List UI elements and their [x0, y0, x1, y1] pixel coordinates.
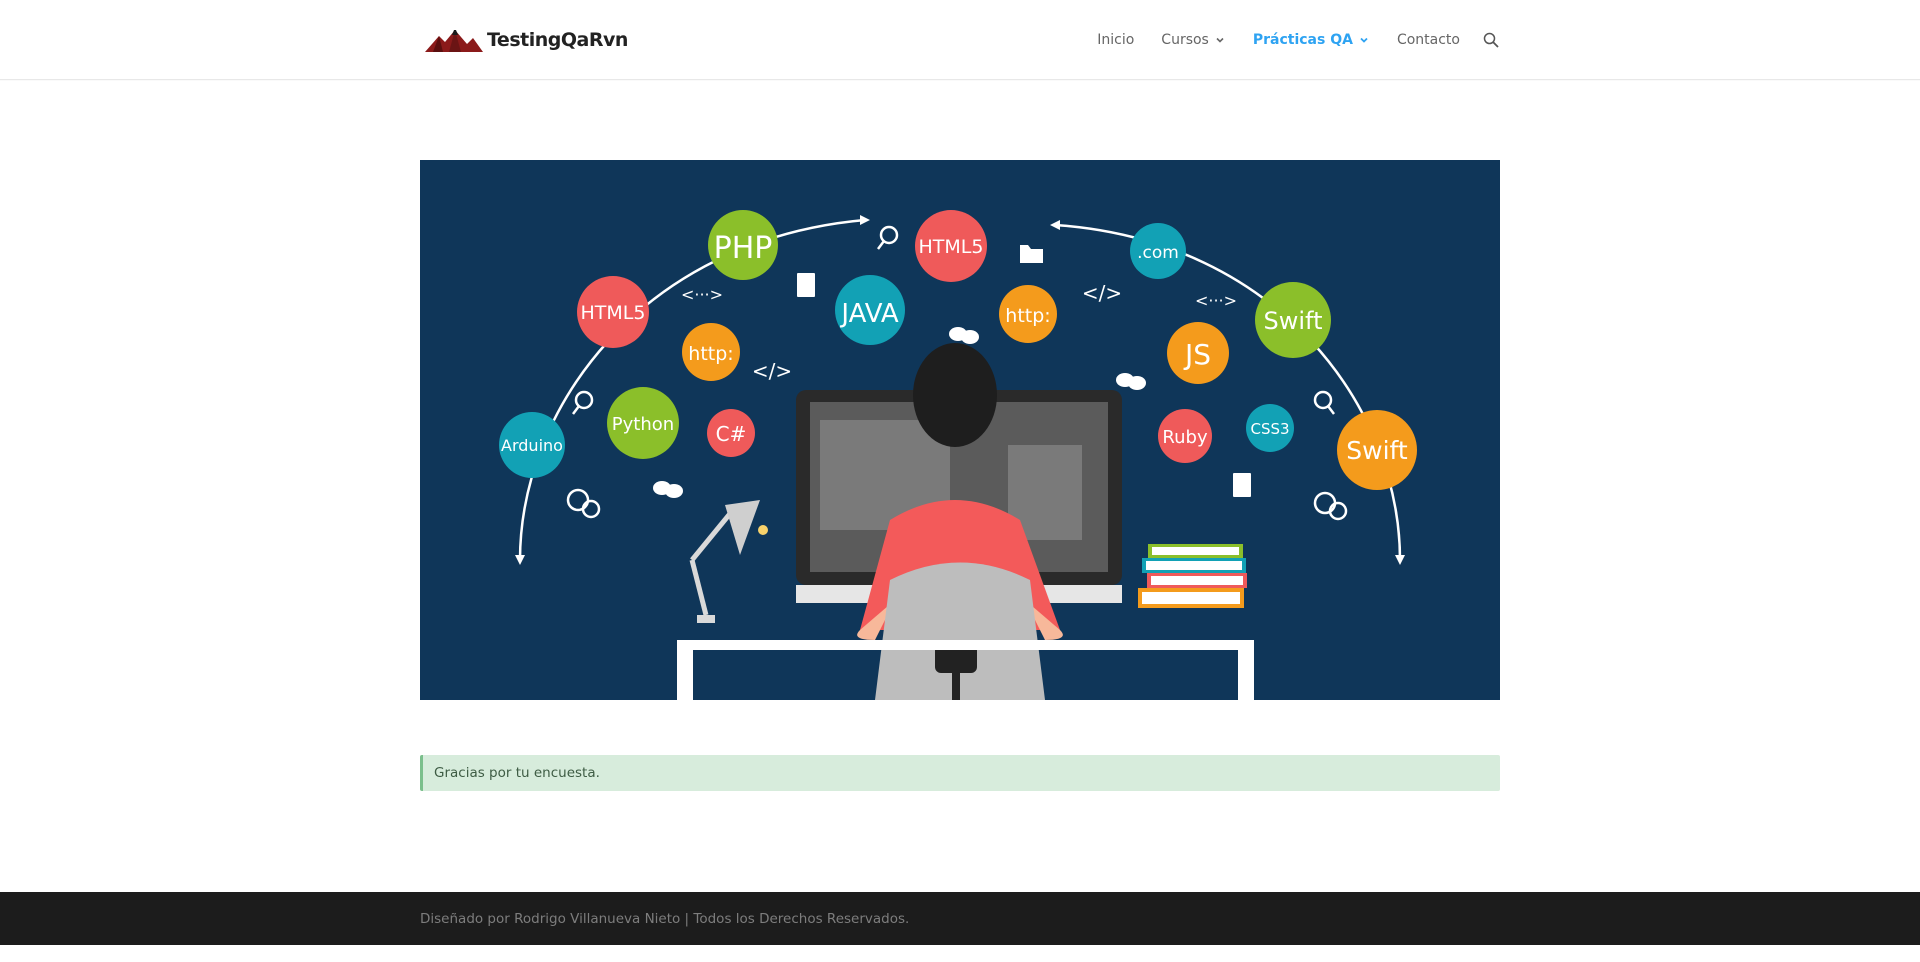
- svg-text:Swift: Swift: [1346, 436, 1408, 465]
- python-bubble: Python: [607, 387, 679, 459]
- site-header: TestingQaRvn Inicio Cursos Prácticas QA …: [0, 0, 1920, 80]
- svg-text:Swift: Swift: [1264, 307, 1323, 335]
- svg-text:HTML5: HTML5: [581, 302, 646, 324]
- main-nav: Inicio Cursos Prácticas QA Contacto: [1070, 0, 1500, 80]
- dotcom-bubble: .com: [1130, 223, 1186, 279]
- footer-credits: Diseñado por Rodrigo Villanueva Nieto | …: [420, 910, 910, 927]
- search-icon[interactable]: [1482, 31, 1500, 49]
- ruby-bubble: Ruby: [1158, 409, 1212, 463]
- swift-bubble: Swift: [1337, 410, 1417, 490]
- nav-item-contacto[interactable]: Contacto: [1397, 32, 1460, 48]
- code-symbol: <···>: [1195, 291, 1237, 310]
- svg-text:CSS3: CSS3: [1250, 420, 1289, 438]
- svg-text:PHP: PHP: [714, 231, 773, 266]
- php-bubble: PHP: [708, 210, 778, 280]
- code-symbol: </>: [752, 359, 792, 383]
- svg-text:http:: http:: [688, 343, 733, 365]
- nav-item-label: Contacto: [1396, 32, 1460, 48]
- code-symbol: <···>: [681, 285, 723, 304]
- nav-item-inicio[interactable]: Inicio: [1097, 32, 1134, 48]
- svg-text:JS: JS: [1183, 338, 1211, 371]
- site-logo[interactable]: TestingQaRvn: [425, 22, 628, 58]
- csharp-bubble: C#: [707, 409, 755, 457]
- css3-bubble: CSS3: [1246, 404, 1294, 452]
- svg-text:JAVA: JAVA: [839, 299, 898, 329]
- notice-text: Gracias por tu encuesta.: [434, 765, 600, 781]
- success-notice: Gracias por tu encuesta.: [420, 755, 1500, 791]
- svg-text:C#: C#: [716, 422, 747, 446]
- logo-text: TestingQaRvn: [487, 29, 628, 51]
- svg-text:.com: .com: [1137, 243, 1179, 263]
- programming-illustration-image: PHP HTML5 JAVA http: .com Swift HTML5 ht…: [420, 160, 1500, 700]
- svg-text:Python: Python: [612, 414, 674, 435]
- hero-illustration: PHP HTML5 JAVA http: .com Swift HTML5 ht…: [420, 160, 1500, 700]
- http-bubble: http:: [682, 323, 740, 381]
- nav-item-label: Prácticas QA: [1252, 32, 1353, 48]
- java-bubble: JAVA: [835, 275, 905, 345]
- nav-item-label: Cursos: [1161, 32, 1209, 48]
- swift-bubble: Swift: [1255, 282, 1331, 358]
- svg-text:HTML5: HTML5: [919, 236, 984, 258]
- arduino-bubble: Arduino: [499, 412, 565, 478]
- svg-text:http:: http:: [1005, 305, 1050, 327]
- html5-bubble: HTML5: [577, 276, 649, 348]
- html5-bubble: HTML5: [915, 210, 987, 282]
- nav-item-cursos[interactable]: Cursos: [1161, 32, 1226, 48]
- svg-text:Ruby: Ruby: [1162, 427, 1208, 448]
- nav-item-label: Inicio: [1097, 32, 1135, 48]
- nav-item-practicas-qa[interactable]: Prácticas QA: [1253, 32, 1370, 48]
- site-footer: Diseñado por Rodrigo Villanueva Nieto | …: [0, 892, 1920, 945]
- svg-text:Arduino: Arduino: [501, 436, 563, 455]
- chevron-down-icon: [1360, 37, 1368, 43]
- code-symbol: </>: [1082, 281, 1122, 305]
- js-bubble: JS: [1167, 322, 1229, 384]
- chevron-down-icon: [1216, 37, 1224, 43]
- http-bubble: http:: [999, 285, 1057, 343]
- mountain-logo-icon: [425, 30, 483, 52]
